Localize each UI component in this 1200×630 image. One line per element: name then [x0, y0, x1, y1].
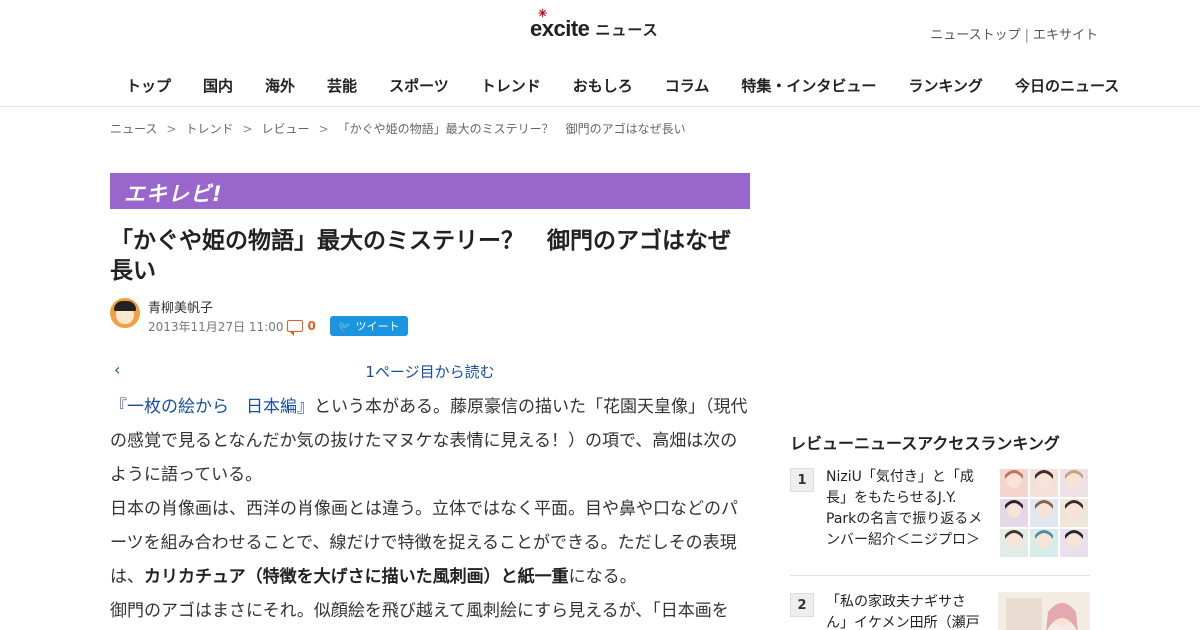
top-link-separator: |: [1024, 28, 1029, 43]
global-nav: トップ 国内 海外 芸能 スポーツ トレンド おもしろ コラム 特集・インタビュ…: [110, 76, 1135, 96]
paragraph: 『一枚の絵から 日本編』という本がある。藤原豪信の描いた「花園天皇像」（現代の感…: [110, 397, 748, 485]
nav-trend[interactable]: トレンド: [465, 76, 557, 96]
nav-features-interviews[interactable]: 特集・インタビュー: [725, 76, 892, 96]
breadcrumb-separator: >: [318, 121, 329, 136]
twitter-bird-icon: 🐦: [337, 319, 352, 333]
breadcrumb-separator: >: [242, 121, 253, 136]
breadcrumb-separator: >: [166, 121, 177, 136]
excite-review-banner[interactable]: エキレビ!: [110, 173, 750, 209]
excite-news-logo[interactable]: ✳ excite ニュース: [530, 8, 659, 44]
article-pager: 1ページ目から読む ‹: [110, 360, 750, 382]
nav-overseas[interactable]: 海外: [249, 76, 311, 96]
ranking-item-thumbnail: [998, 467, 1090, 559]
top-links: ニューストップ | エキサイト: [930, 24, 1098, 43]
rank-number: 1: [790, 468, 814, 492]
ranking-item[interactable]: 2 「私の家政夫ナギサさん」イケメン田所（瀬戸: [790, 592, 1090, 630]
nav-column[interactable]: コラム: [649, 76, 726, 96]
nav-entertainment[interactable]: 芸能: [311, 76, 373, 96]
ranking-item-title: NiziU「気付き」と「成長」をもたらせるJ.Y. Parkの名言で振り返るメン…: [826, 469, 983, 548]
paragraph: 御門のアゴはまさにそれ。似顔絵を飛び越えて風刺絵にすら見えるが、「日本画を: [110, 601, 729, 621]
ranking-title: レビューニュースアクセスランキング: [790, 434, 1060, 453]
top-link-excite[interactable]: エキサイト: [1033, 28, 1098, 43]
nav-sports[interactable]: スポーツ: [373, 76, 465, 96]
ranking-item-thumbnail: [998, 592, 1090, 630]
nav-ranking[interactable]: ランキング: [892, 76, 999, 96]
top-link-news-top[interactable]: ニューストップ: [930, 28, 1020, 43]
read-from-page-1-link[interactable]: 1ページ目から読む: [110, 361, 750, 382]
site-header: ✳ excite ニュース ニューストップ | エキサイト トップ 国内 海外 芸能…: [0, 0, 1200, 107]
author-avatar[interactable]: [110, 298, 140, 328]
banner-label: エキレビ!: [124, 182, 223, 206]
ranking-item-title: 「私の家政夫ナギサさん」イケメン田所（瀬戸: [826, 594, 980, 630]
emphasis-text: カリカチュア（特徴を大げさに描いた風刺画）と紙一重: [144, 567, 569, 587]
nav-domestic[interactable]: 国内: [187, 76, 249, 96]
author-block: 青柳美帆子 2013年11月27日 11:00 0 🐦 ツイート: [110, 297, 750, 337]
article-body: 『一枚の絵から 日本編』という本がある。藤原豪信の描いた「花園天皇像」（現代の感…: [110, 390, 750, 628]
breadcrumb-review[interactable]: レビュー: [262, 120, 310, 137]
breadcrumb: ニュース > トレンド > レビュー > 「かぐや姫の物語」最大のミステリー？ …: [110, 120, 686, 137]
nav-top[interactable]: トップ: [110, 76, 187, 96]
book-title-link[interactable]: 『一枚の絵から 日本編』: [110, 397, 314, 417]
rank-number: 2: [790, 593, 814, 617]
article-meta: 2013年11月27日 11:00 0 🐦 ツイート: [148, 316, 408, 336]
breadcrumb-current: 「かぐや姫の物語」最大のミステリー？ 御門のアゴはなぜ長い: [337, 122, 686, 136]
article-title: 「かぐや姫の物語」最大のミステリー？ 御門のアゴはなぜ長い: [110, 228, 731, 284]
nav-todays-news[interactable]: 今日のニュース: [999, 76, 1135, 96]
comment-icon[interactable]: [287, 320, 304, 336]
logo-section: ニュース: [595, 20, 659, 39]
paragraph: 日本の肖像画は、西洋の肖像画とは違う。立体ではなく平面。目や鼻や口などのパーツを…: [110, 499, 738, 587]
nav-fun[interactable]: おもしろ: [557, 76, 649, 96]
publish-date: 2013年11月27日 11:00: [148, 319, 284, 334]
logo-brand: ✳ excite: [530, 8, 590, 41]
tweet-label: ツイート: [355, 320, 400, 333]
previous-page-chevron-icon[interactable]: ‹: [114, 360, 120, 379]
ranking-item[interactable]: 1 NiziU「気付き」と「成長」をもたらせるJ.Y. Parkの名言で振り返る…: [790, 467, 1090, 576]
breadcrumb-trend[interactable]: トレンド: [185, 120, 233, 137]
logo-spark-icon: ✳: [538, 8, 547, 20]
breadcrumb-news[interactable]: ニュース: [110, 120, 157, 137]
author-name[interactable]: 青柳美帆子: [148, 297, 213, 316]
tweet-button[interactable]: 🐦 ツイート: [329, 316, 408, 336]
comment-count[interactable]: 0: [307, 319, 315, 333]
